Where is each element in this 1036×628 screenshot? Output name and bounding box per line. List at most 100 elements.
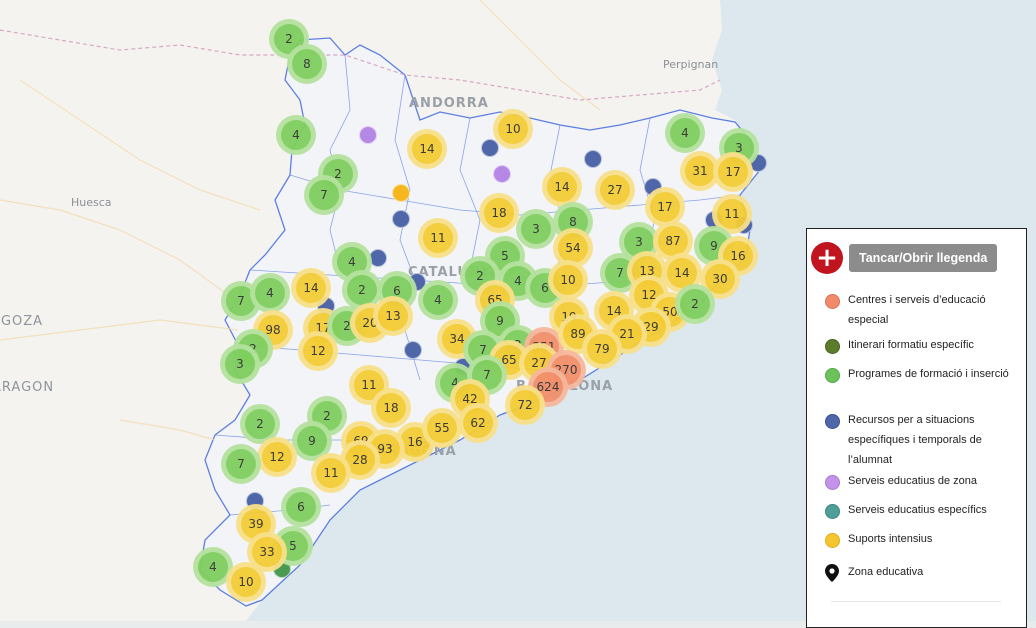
- resource-marker[interactable]: [392, 184, 410, 202]
- legend-swatch: [825, 533, 840, 548]
- cluster-count: 2: [680, 289, 710, 319]
- cluster-marker[interactable]: 72: [505, 385, 545, 425]
- plus-icon[interactable]: +: [811, 242, 843, 274]
- cluster-count: 7: [309, 180, 339, 210]
- cluster-count: 11: [423, 223, 453, 253]
- cluster-count: 12: [303, 336, 333, 366]
- legend-item-special-education: Centres i serveis d’educació especial: [825, 292, 1021, 330]
- legend-item-label: Recursos per a situacions específiques i…: [848, 414, 982, 466]
- legend-item-label: Serveis educatius de zona: [848, 475, 978, 487]
- cluster-count: 55: [427, 413, 457, 443]
- resource-marker[interactable]: [584, 150, 602, 168]
- legend-item-zona-educativa: Zona educativa: [825, 564, 1021, 582]
- legend-item-suports-intensius: Suports intensius: [825, 531, 1021, 549]
- cluster-marker[interactable]: 18: [479, 193, 519, 233]
- legend-divider: [831, 601, 1001, 602]
- cluster-count: 4: [423, 285, 453, 315]
- resource-marker[interactable]: [392, 210, 410, 228]
- cluster-count: 4: [281, 120, 311, 150]
- map-pin-icon: [825, 564, 839, 582]
- cluster-count: 14: [547, 172, 577, 202]
- legend-swatch: [825, 504, 840, 519]
- cluster-marker[interactable]: 11: [311, 453, 351, 493]
- legend-swatch: [825, 475, 840, 490]
- cluster-count: 8: [292, 49, 322, 79]
- cluster-count: 3: [225, 349, 255, 379]
- cluster-count: 10: [553, 265, 583, 295]
- cluster-count: 7: [226, 449, 256, 479]
- resource-marker[interactable]: [481, 139, 499, 157]
- cluster-marker[interactable]: 6: [281, 487, 321, 527]
- legend-item-label: Centres i serveis d’educació especial: [848, 294, 986, 326]
- legend-item-label: Serveis educatius específics: [848, 504, 987, 516]
- cluster-marker[interactable]: 7: [304, 175, 344, 215]
- cluster-marker[interactable]: 14: [407, 129, 447, 169]
- cluster-count: 10: [498, 114, 528, 144]
- place-label-zaragoza: ZARAGOZA: [0, 314, 44, 329]
- cluster-count: 14: [412, 134, 442, 164]
- place-label-perpignan: Perpignan: [663, 58, 719, 71]
- legend-item-label: Zona educativa: [848, 566, 924, 578]
- cluster-marker[interactable]: 3: [516, 209, 556, 249]
- cluster-marker[interactable]: 14: [542, 167, 582, 207]
- toggle-legend-button[interactable]: Tancar/Obrir llegenda: [849, 244, 998, 272]
- cluster-count: 6: [286, 492, 316, 522]
- cluster-count: 18: [376, 393, 406, 423]
- cluster-marker[interactable]: 4: [250, 273, 290, 313]
- cluster-count: 11: [316, 458, 346, 488]
- cluster-count: 2: [347, 275, 377, 305]
- legend-swatch: [825, 368, 840, 383]
- cluster-marker[interactable]: 3: [220, 344, 260, 384]
- legend-swatch: [825, 414, 840, 429]
- cluster-count: 3: [521, 214, 551, 244]
- legend-item-itinerari: Itinerari formatiu específic: [825, 337, 1021, 355]
- cluster-count: 31: [685, 156, 715, 186]
- cluster-marker[interactable]: 8: [287, 44, 327, 84]
- cluster-marker[interactable]: 4: [276, 115, 316, 155]
- cluster-count: 4: [255, 278, 285, 308]
- cluster-marker[interactable]: 13: [373, 296, 413, 336]
- cluster-count: 2: [245, 409, 275, 439]
- cluster-count: 72: [510, 390, 540, 420]
- cluster-count: 13: [378, 301, 408, 331]
- cluster-marker[interactable]: 2: [675, 284, 715, 324]
- cluster-count: 10: [231, 567, 261, 597]
- place-label-andorra: ANDORRA: [409, 96, 489, 111]
- cluster-marker[interactable]: 7: [221, 444, 261, 484]
- cluster-count: 27: [600, 175, 630, 205]
- cluster-marker[interactable]: 27: [595, 170, 635, 210]
- legend-swatch: [825, 339, 840, 354]
- cluster-marker[interactable]: 18: [371, 388, 411, 428]
- cluster-marker[interactable]: 17: [713, 152, 753, 192]
- cluster-marker[interactable]: 4: [418, 280, 458, 320]
- cluster-marker[interactable]: 11: [418, 218, 458, 258]
- cluster-marker[interactable]: 4: [665, 113, 705, 153]
- place-label-huesca: Huesca: [71, 196, 112, 209]
- cluster-marker[interactable]: 79: [582, 329, 622, 369]
- cluster-count: 62: [463, 408, 493, 438]
- resource-marker[interactable]: [404, 341, 422, 359]
- cluster-marker[interactable]: 55: [422, 408, 462, 448]
- cluster-count: 11: [717, 199, 747, 229]
- resource-marker[interactable]: [359, 126, 377, 144]
- legend-header: + Tancar/Obrir llegenda: [811, 241, 998, 275]
- legend-item-label: Suports intensius: [848, 533, 933, 545]
- cluster-marker[interactable]: 12: [298, 331, 338, 371]
- cluster-count: 79: [587, 334, 617, 364]
- cluster-marker[interactable]: 62: [458, 403, 498, 443]
- cluster-count: 54: [558, 233, 588, 263]
- cluster-count: 33: [252, 537, 282, 567]
- legend-item-recursos: Recursos per a situacions específiques i…: [825, 412, 1021, 470]
- cluster-marker[interactable]: 12: [257, 437, 297, 477]
- legend-item-serveis-especifics: Serveis educatius específics: [825, 502, 1021, 520]
- cluster-marker[interactable]: 10: [548, 260, 588, 300]
- cluster-count: 14: [296, 273, 326, 303]
- cluster-count: 9: [297, 426, 327, 456]
- cluster-marker[interactable]: 10: [493, 109, 533, 149]
- cluster-marker[interactable]: 10: [226, 562, 266, 602]
- cluster-count: 17: [650, 192, 680, 222]
- place-label-aragon: ARAGON: [0, 380, 55, 395]
- legend-item-label: Itinerari formatiu específic: [848, 339, 974, 351]
- resource-marker[interactable]: [493, 165, 511, 183]
- cluster-marker[interactable]: 14: [291, 268, 331, 308]
